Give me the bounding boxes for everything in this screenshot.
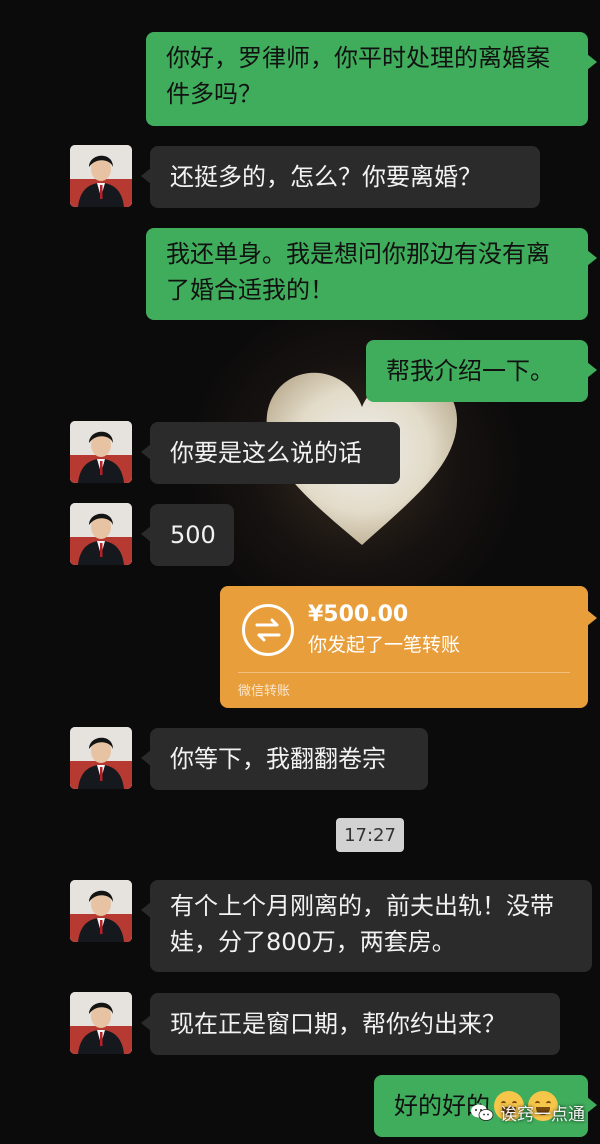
- timestamp: 17:27: [336, 818, 404, 852]
- transfer-description: 你发起了一笔转账: [308, 634, 461, 656]
- divider: [238, 672, 570, 673]
- outgoing-message[interactable]: 你好，罗律师，你平时处理的离婚案件多吗？: [146, 32, 597, 126]
- avatar[interactable]: [70, 145, 132, 207]
- message-text: 500: [170, 521, 216, 549]
- avatar[interactable]: [70, 503, 132, 565]
- message-text: 帮我介绍一下。: [386, 357, 554, 385]
- message-text: 有个上个月刚离的，前夫出轨！没带娃，分了800万，两套房。: [170, 892, 554, 956]
- wechat-logo-icon: [471, 1104, 494, 1121]
- watermark-text: 诶窍一点通: [500, 1105, 585, 1125]
- message-text: 还挺多的，怎么？你要离婚？: [170, 163, 482, 191]
- message-text: 你要是这么说的话: [170, 439, 362, 467]
- outgoing-message[interactable]: 我还单身。我是想问你那边有没有离了婚合适我的！: [146, 228, 597, 320]
- avatar[interactable]: [70, 992, 132, 1054]
- avatar[interactable]: [70, 880, 132, 942]
- incoming-message[interactable]: 还挺多的，怎么？你要离婚？: [141, 146, 540, 208]
- incoming-message[interactable]: 你等下，我翻翻卷宗: [141, 728, 428, 790]
- transfer-footer: 微信转账: [238, 684, 291, 699]
- message-text: 你好，罗律师，你平时处理的离婚案件多吗？: [166, 44, 550, 108]
- message-text: 我还单身。我是想问你那边有没有离了婚合适我的！: [166, 240, 550, 304]
- message-text: 你等下，我翻翻卷宗: [170, 745, 386, 773]
- incoming-message[interactable]: 500: [141, 504, 234, 566]
- message-text: 现在正是窗口期，帮你约出来？: [170, 1010, 506, 1038]
- avatar[interactable]: [70, 421, 132, 483]
- incoming-message[interactable]: 现在正是窗口期，帮你约出来？: [141, 993, 560, 1055]
- outgoing-message[interactable]: 帮我介绍一下。: [366, 340, 597, 402]
- incoming-message[interactable]: 有个上个月刚离的，前夫出轨！没带娃，分了800万，两套房。: [141, 880, 592, 972]
- avatar[interactable]: [70, 727, 132, 789]
- incoming-message[interactable]: 你要是这么说的话: [141, 422, 400, 484]
- transfer-card[interactable]: ¥500.00 你发起了一笔转账 微信转账: [220, 586, 597, 708]
- transfer-amount: ¥500.00: [308, 602, 409, 627]
- watermark: 诶窍一点通: [470, 1100, 585, 1125]
- transfer-arrows-icon: [242, 604, 294, 656]
